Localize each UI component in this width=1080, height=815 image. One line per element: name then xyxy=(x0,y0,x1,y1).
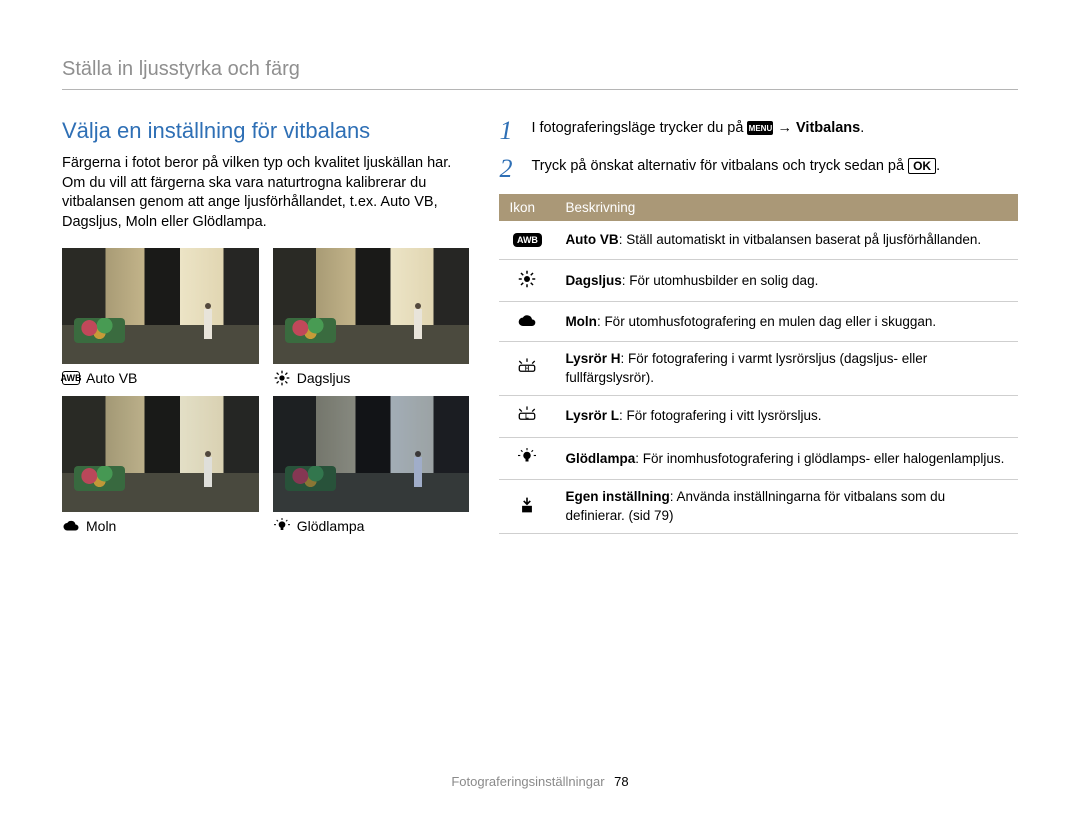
header-divider xyxy=(62,89,1018,90)
table-row: H Lysrör H: För fotografering i varmt ly… xyxy=(499,342,1018,395)
row-fluh-desc: : För fotografering i varmt lysrörsljus … xyxy=(565,351,927,384)
section-intro: Färgerna i fotot beror på vilken typ och… xyxy=(62,154,469,232)
thumb-daylight: Dagsljus xyxy=(273,248,470,386)
thumb-image-bulb xyxy=(273,396,470,512)
table-row: Egen inställning: Använda inställningarn… xyxy=(499,480,1018,533)
step-1-suffix: . xyxy=(860,120,864,136)
left-column: Välja en inställning för vitbalans Färge… xyxy=(62,118,469,534)
thumb-image-auto xyxy=(62,248,259,364)
arrow-icon: → xyxy=(777,120,796,136)
thumb-image-day xyxy=(273,248,470,364)
svg-text:H: H xyxy=(525,366,529,372)
step-2-suffix: . xyxy=(936,158,940,174)
right-column: 1 I fotograferingsläge trycker du på MEN… xyxy=(499,118,1018,534)
thumb-tungsten: Glödlampa xyxy=(273,396,470,534)
table-head-desc: Beskrivning xyxy=(555,194,1018,221)
thumb-label-auto: Auto VB xyxy=(86,370,137,386)
row-fluh-name: Lysrör H xyxy=(565,351,620,366)
table-row: L Lysrör L: För fotografering i vitt lys… xyxy=(499,395,1018,437)
step-1-prefix: I fotograferingsläge trycker du på xyxy=(531,120,747,136)
footer-section: Fotograferingsinställningar xyxy=(451,774,604,789)
row-auto-desc: : Ställ automatiskt in vitbalansen baser… xyxy=(619,232,981,247)
row-bulb-desc: : För inomhusfotografering i glödlamps- … xyxy=(635,451,1004,466)
awb-icon: AWB xyxy=(62,371,80,385)
thumb-cloudy: Moln xyxy=(62,396,259,534)
thumb-auto-vb: AWB Auto VB xyxy=(62,248,259,386)
step-1-number: 1 xyxy=(499,118,521,144)
row-auto-name: Auto VB xyxy=(565,232,618,247)
step-2-prefix: Tryck på önskat alternativ för vitbalans… xyxy=(531,158,908,174)
bulb-icon xyxy=(513,446,541,468)
custom-icon xyxy=(513,494,541,516)
row-bulb-name: Glödlampa xyxy=(565,451,635,466)
step-1-target: Vitbalans xyxy=(796,120,860,136)
table-row: Moln: För utomhusfotografering en mulen … xyxy=(499,302,1018,342)
thumb-image-cloud xyxy=(62,396,259,512)
step-2-number: 2 xyxy=(499,156,521,182)
table-row: AWB Auto VB: Ställ automatiskt in vitbal… xyxy=(499,221,1018,260)
row-custom-name: Egen inställning xyxy=(565,489,669,504)
awb-icon: AWB xyxy=(513,233,542,247)
bulb-icon xyxy=(273,519,291,533)
thumb-label-day: Dagsljus xyxy=(297,370,351,386)
section-title: Välja en inställning för vitbalans xyxy=(62,118,469,144)
menu-icon: MENU xyxy=(747,121,773,135)
row-day-desc: : För utomhusbilder en solig dag. xyxy=(622,273,819,288)
sun-icon xyxy=(513,268,541,290)
fluorescent-h-icon: H xyxy=(513,356,541,378)
table-row: Glödlampa: För inomhusfotografering i gl… xyxy=(499,438,1018,480)
cloud-icon xyxy=(513,310,541,332)
thumb-label-cloud: Moln xyxy=(86,518,116,534)
step-1: 1 I fotograferingsläge trycker du på MEN… xyxy=(499,118,1018,144)
thumbnail-grid: AWB Auto VB Dagsljus xyxy=(62,248,469,534)
table-head-icon: Ikon xyxy=(499,194,555,221)
footer-page-number: 78 xyxy=(614,774,628,789)
table-row: Dagsljus: För utomhusbilder en solig dag… xyxy=(499,260,1018,302)
row-cloud-name: Moln xyxy=(565,314,597,329)
row-cloud-desc: : För utomhusfotografering en mulen dag … xyxy=(597,314,936,329)
step-2: 2 Tryck på önskat alternativ för vitbala… xyxy=(499,156,1018,182)
icon-description-table: Ikon Beskrivning AWB Auto VB: Ställ auto… xyxy=(499,194,1018,534)
row-flul-desc: : För fotografering i vitt lysrörsljus. xyxy=(619,408,822,423)
breadcrumb: Ställa in ljusstyrka och färg xyxy=(62,58,1018,89)
cloud-icon xyxy=(62,519,80,533)
row-flul-name: Lysrör L xyxy=(565,408,619,423)
row-day-name: Dagsljus xyxy=(565,273,621,288)
thumb-label-bulb: Glödlampa xyxy=(297,518,365,534)
page-footer: Fotograferingsinställningar 78 xyxy=(0,774,1080,789)
svg-text:L: L xyxy=(526,414,530,420)
fluorescent-l-icon: L xyxy=(513,404,541,426)
ok-icon: OK xyxy=(908,158,936,174)
sun-icon xyxy=(273,371,291,385)
